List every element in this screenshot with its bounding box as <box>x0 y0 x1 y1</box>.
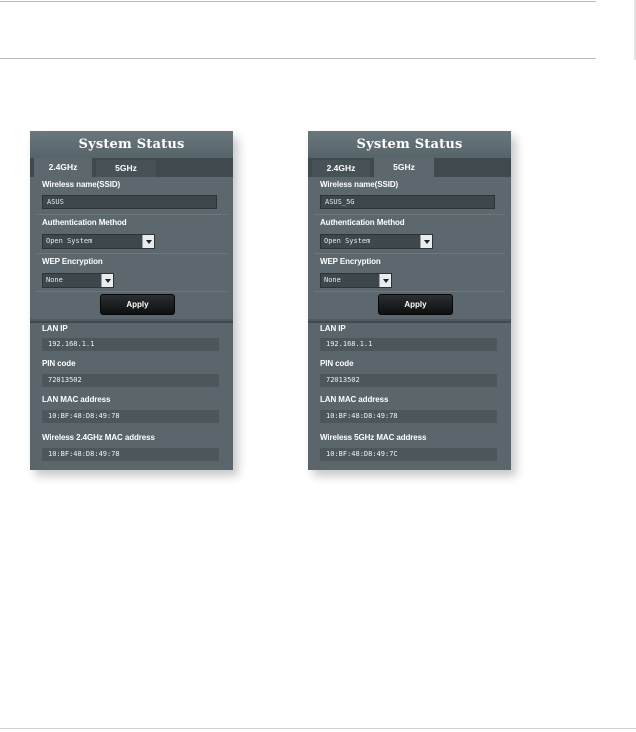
wireless-mac-value: 10:BF:48:D8:49:78 <box>42 448 219 461</box>
tab-5ghz[interactable]: 5GHz <box>96 160 156 177</box>
band-tabs: 2.4GHz 5GHz <box>308 158 511 177</box>
chevron-down-icon[interactable] <box>101 274 113 287</box>
divider <box>314 214 505 215</box>
wep-encryption-label: WEP Encryption <box>42 257 103 266</box>
divider <box>36 214 227 215</box>
system-status-panel-2g: System Status 2.4GHz 5GHz Wireless name(… <box>30 131 233 470</box>
pin-code-label: PIN code <box>320 359 354 368</box>
lan-mac-label: LAN MAC address <box>320 395 389 404</box>
wireless-mac-value: 10:BF:48:D8:49:7C <box>320 448 497 461</box>
auth-method-select[interactable]: Open System <box>320 234 433 249</box>
tab-5ghz[interactable]: 5GHz <box>374 158 434 177</box>
system-status-panel-5g: System Status 2.4GHz 5GHz Wireless name(… <box>308 131 511 470</box>
top-divider <box>0 1 596 2</box>
ssid-label: Wireless name(SSID) <box>42 180 121 189</box>
apply-button[interactable]: Apply <box>378 294 453 315</box>
apply-button[interactable]: Apply <box>100 294 175 315</box>
wireless-mac-label: Wireless 5GHz MAC address <box>320 433 427 442</box>
divider <box>36 253 227 254</box>
auth-method-label: Authentication Method <box>320 218 405 227</box>
tab-2-4ghz[interactable]: 2.4GHz <box>312 160 370 177</box>
lan-mac-value: 10:BF:48:D8:49:78 <box>320 410 497 423</box>
auth-method-value: Open System <box>46 237 93 245</box>
divider <box>314 253 505 254</box>
divider <box>36 291 227 292</box>
pin-code-label: PIN code <box>42 359 76 368</box>
ssid-label: Wireless name(SSID) <box>320 180 399 189</box>
divider <box>314 291 505 292</box>
panel-title: System Status <box>30 131 233 158</box>
auth-method-select[interactable]: Open System <box>42 234 155 249</box>
wireless-mac-label: Wireless 2.4GHz MAC address <box>42 433 155 442</box>
lan-ip-label: LAN IP <box>42 324 68 333</box>
ssid-input[interactable]: ASUS <box>42 195 217 209</box>
chevron-down-icon[interactable] <box>379 274 391 287</box>
header-divider <box>0 58 596 59</box>
wep-encryption-label: WEP Encryption <box>320 257 381 266</box>
lan-ip-value: 192.168.1.1 <box>320 338 497 351</box>
ssid-input[interactable]: ASUS_5G <box>320 195 495 209</box>
wep-encryption-select[interactable]: None <box>320 273 392 288</box>
tab-2-4ghz[interactable]: 2.4GHz <box>34 158 92 177</box>
lan-mac-label: LAN MAC address <box>42 395 111 404</box>
wep-encryption-select[interactable]: None <box>42 273 114 288</box>
pin-code-value: 72013502 <box>42 374 219 387</box>
lan-ip-value: 192.168.1.1 <box>42 338 219 351</box>
auth-method-value: Open System <box>324 237 371 245</box>
lan-ip-label: LAN IP <box>320 324 346 333</box>
pin-code-value: 72013502 <box>320 374 497 387</box>
lan-mac-value: 10:BF:48:D8:49:78 <box>42 410 219 423</box>
wep-encryption-value: None <box>324 276 341 284</box>
auth-method-label: Authentication Method <box>42 218 127 227</box>
wep-encryption-value: None <box>46 276 63 284</box>
chevron-down-icon[interactable] <box>420 235 432 248</box>
chevron-down-icon[interactable] <box>142 235 154 248</box>
panel-title: System Status <box>308 131 511 158</box>
band-tabs: 2.4GHz 5GHz <box>30 158 233 177</box>
footer-divider <box>0 728 636 729</box>
